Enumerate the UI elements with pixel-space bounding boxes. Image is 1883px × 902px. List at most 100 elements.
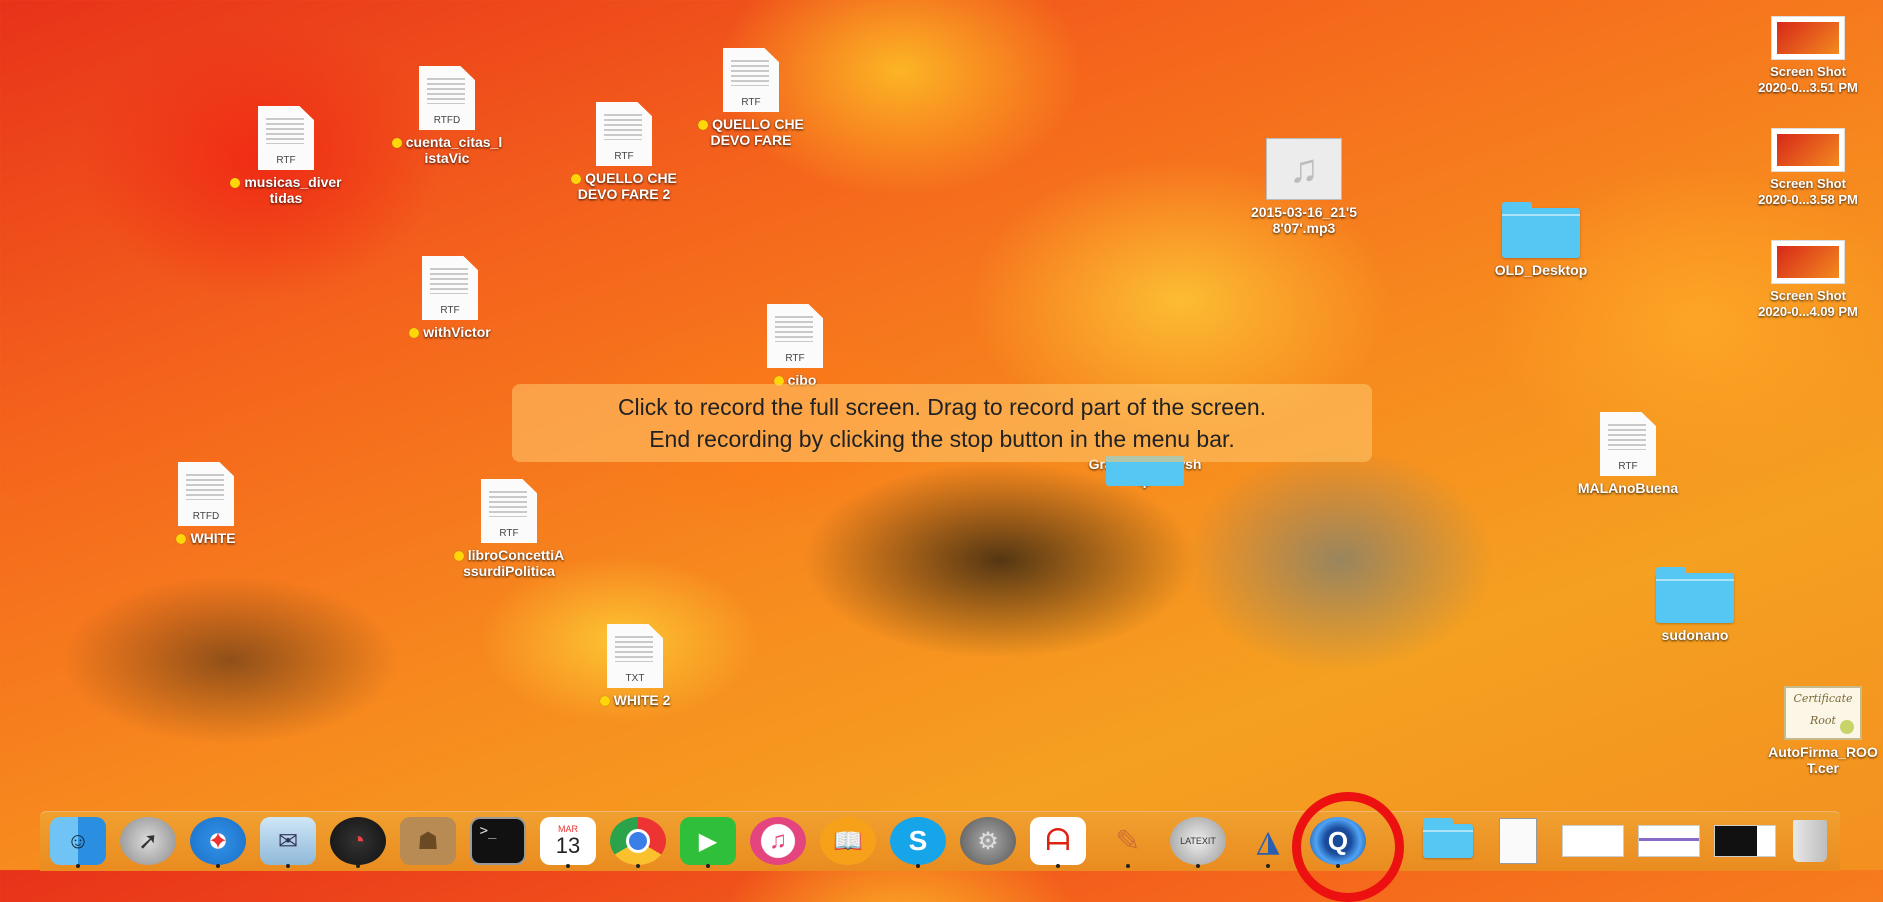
desktop-file-cibo[interactable]: RTF cibo <box>720 304 870 390</box>
seal-icon <box>1840 720 1854 734</box>
dock-facetime[interactable]: ▶ <box>680 817 736 868</box>
dock-matlab[interactable]: ◮ <box>1240 817 1296 868</box>
rtf-document-icon: RTF <box>258 106 314 170</box>
dock-chrome[interactable] <box>610 817 666 868</box>
yellow-tag-icon <box>409 328 420 339</box>
dock-quicktime[interactable]: Q <box>1310 817 1366 868</box>
music-note-icon: ♫ <box>769 827 787 854</box>
dock-launchpad[interactable]: ➚ <box>120 817 176 865</box>
file-label: libroConcettiA ssurdiPolitica <box>463 547 565 579</box>
dock: ☺ ➚ ✦ ✉ ◔ ☗ >_ MAR 13 ▶ ♫ 📖 S ⚙ ᗩ ✎ LATE… <box>40 811 1840 871</box>
desktop-folder-sudonano[interactable]: sudonano <box>1620 567 1770 645</box>
folder-icon <box>1502 202 1580 258</box>
mail-stamp-icon: ✉ <box>277 827 299 855</box>
rtf-document-icon: RTF <box>723 48 779 112</box>
rtf-document-icon: RTF <box>596 102 652 166</box>
dock-system-preferences[interactable]: ⚙ <box>960 817 1016 865</box>
desktop-folder-old-desktop[interactable]: OLD_Desktop <box>1466 202 1616 280</box>
dock-mail[interactable]: ✉ <box>260 817 316 868</box>
yellow-tag-icon <box>571 174 582 185</box>
gear-icon: ⚙ <box>977 827 999 855</box>
quicktime-icon: Q <box>1327 825 1349 856</box>
dock-acrobat[interactable]: ᗩ <box>1030 817 1086 868</box>
dock-screenshot-3[interactable] <box>1712 817 1778 865</box>
finder-icon: ☺ <box>66 828 90 853</box>
dock-calendar[interactable]: MAR 13 <box>540 817 596 868</box>
terminal-icon: >_ <box>479 823 497 839</box>
desktop-screenshot-1[interactable]: Screen Shot 2020-0...3.51 PM <box>1733 16 1883 97</box>
desktop-file-libro[interactable]: RTF libroConcettiA ssurdiPolitica <box>434 479 584 581</box>
hint-line-1: Click to record the full screen. Drag to… <box>617 394 1267 420</box>
dock-texshop[interactable]: ✎ <box>1100 817 1156 868</box>
file-label: 2015-03-16_21'5 8'07'.mp3 <box>1250 204 1358 236</box>
dock-screenshot-1[interactable] <box>1560 817 1626 865</box>
dock-skype[interactable]: S <box>890 817 946 868</box>
file-label: withVictor <box>423 324 491 340</box>
dock-ibooks[interactable]: 📖 <box>820 817 876 865</box>
file-label: Screen Shot 2020-0...3.58 PM <box>1758 176 1858 207</box>
desktop-screenshot-3[interactable]: Screen Shot 2020-0...4.09 PM <box>1733 240 1883 321</box>
file-label: QUELLO CHE DEVO FARE 2 <box>577 170 677 202</box>
texshop-icon: ✎ <box>1115 824 1141 858</box>
dock-trash[interactable] <box>1782 817 1838 865</box>
yellow-tag-icon <box>599 696 610 707</box>
dock-safari[interactable]: ✦ <box>190 817 246 868</box>
hint-line-2: End recording by clicking the stop butto… <box>649 426 1235 452</box>
file-label: Screen Shot 2020-0...4.09 PM <box>1758 288 1858 319</box>
compass-icon: ✦ <box>207 827 229 855</box>
yellow-tag-icon <box>176 534 187 545</box>
certificate-icon: Certificate Root <box>1784 686 1862 740</box>
desktop-file-autofirma[interactable]: Certificate Root AutoFirma_ROO T.cer <box>1748 686 1883 778</box>
folder-icon <box>1656 567 1734 623</box>
contacts-icon: ☗ <box>417 827 439 855</box>
dock-dashboard[interactable]: ◔ <box>330 817 386 868</box>
screenshot-thumbnail-icon <box>1771 240 1845 284</box>
file-label: AutoFirma_ROO T.cer <box>1768 744 1878 776</box>
rtf-document-icon: RTF <box>422 256 478 320</box>
desktop-file-withvictor[interactable]: RTF withVictor <box>375 256 525 342</box>
dock-screenshot-2[interactable] <box>1636 817 1702 865</box>
screen-recording-hint[interactable]: Click to record the full screen. Drag to… <box>512 384 1372 462</box>
screenshot-thumbnail-icon <box>1771 16 1845 60</box>
book-icon: 📖 <box>833 827 863 855</box>
screenshot-thumbnail-icon <box>1771 128 1845 172</box>
skype-icon: S <box>908 825 928 856</box>
rtfd-document-icon: RTFD <box>419 66 475 130</box>
yellow-tag-icon <box>230 178 241 189</box>
file-label: Screen Shot 2020-0...3.51 PM <box>1758 64 1858 95</box>
desktop-file-white[interactable]: RTFD WHITE <box>131 462 281 548</box>
yellow-tag-icon <box>698 120 709 131</box>
screenshot-thumbnail-icon <box>1714 825 1776 857</box>
trash-icon <box>1793 820 1827 862</box>
rtf-document-icon: RTF <box>1600 412 1656 476</box>
desktop-file-quello[interactable]: RTF QUELLO CHE DEVO FARE <box>676 48 826 150</box>
dock-preview[interactable] <box>1490 817 1546 865</box>
txt-document-icon: TXT <box>607 624 663 688</box>
acrobat-icon: ᗩ <box>1045 824 1071 857</box>
music-note-icon: ♫ <box>1266 138 1342 200</box>
dock-terminal[interactable]: >_ <box>470 817 526 865</box>
desktop-file-cuenta-citas[interactable]: RTFD cuenta_citas_l istaVic <box>372 66 522 168</box>
file-label: WHITE 2 <box>613 692 671 708</box>
file-label: MALAnoBuena <box>1577 480 1679 496</box>
video-camera-icon: ▶ <box>698 827 718 855</box>
dock-itunes[interactable]: ♫ <box>750 817 806 865</box>
desktop-file-mp3[interactable]: ♫ 2015-03-16_21'5 8'07'.mp3 <box>1229 138 1379 238</box>
dock-folder[interactable] <box>1420 817 1476 865</box>
desktop-file-malano[interactable]: RTF MALAnoBuena <box>1553 412 1703 498</box>
desktop-file-white-2[interactable]: TXT WHITE 2 <box>560 624 710 710</box>
screenshot-thumbnail-icon <box>1638 825 1700 857</box>
desktop-file-musicas[interactable]: RTF musicas_diver tidas <box>211 106 361 208</box>
gauge-icon: ◔ <box>350 827 366 854</box>
dock-latexit[interactable]: LATEXIT <box>1170 817 1226 868</box>
dock-finder[interactable]: ☺ <box>50 817 106 868</box>
dock-contacts[interactable]: ☗ <box>400 817 456 865</box>
rtf-document-icon: RTF <box>767 304 823 368</box>
folder-label: OLD_Desktop <box>1494 262 1588 278</box>
file-label: WHITE <box>190 530 236 546</box>
file-label: QUELLO CHE DEVO FARE <box>710 116 804 148</box>
desktop-screenshot-2[interactable]: Screen Shot 2020-0...3.58 PM <box>1733 128 1883 209</box>
rocket-icon: ➚ <box>137 827 159 855</box>
latexit-icon: LATEXIT <box>1180 836 1216 846</box>
folder-icon <box>1423 818 1473 858</box>
